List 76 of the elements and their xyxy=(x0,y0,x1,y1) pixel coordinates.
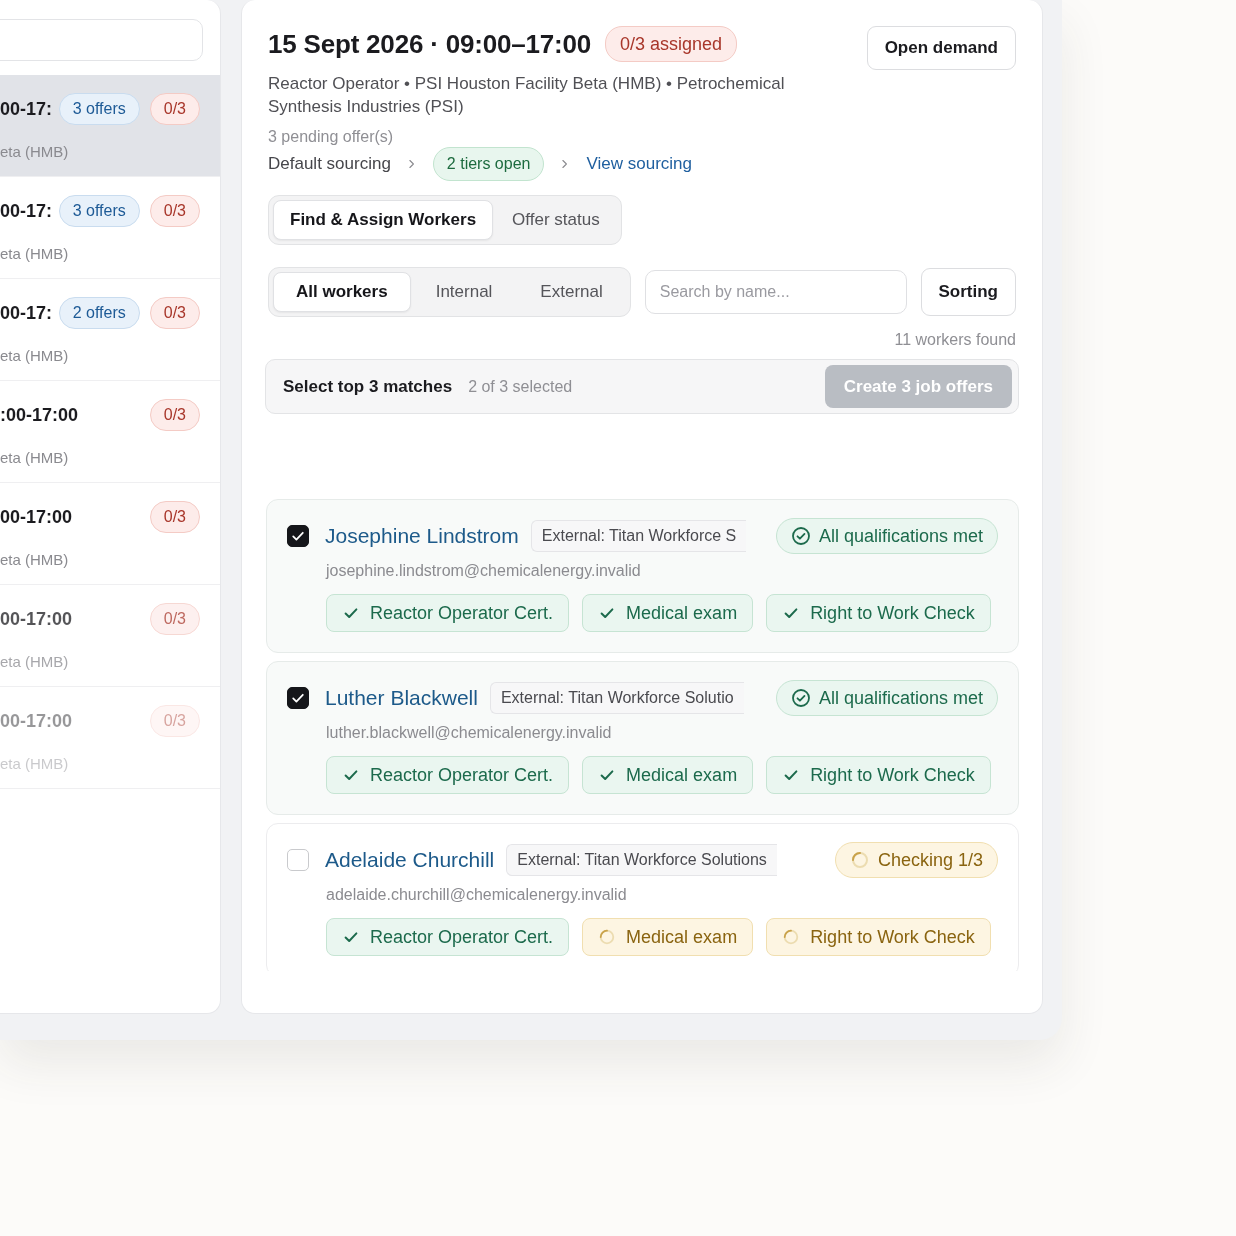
spinner-icon xyxy=(782,928,801,946)
qualification-chip: Medical exam xyxy=(582,918,754,956)
source-tag: External: Titan Workforce Solutions xyxy=(506,844,777,876)
assigned-badge: 0/3 assigned xyxy=(604,26,737,62)
qualification-chip: Reactor Operator Cert. xyxy=(326,918,570,956)
pending-offers-text: 3 pending offer(s) xyxy=(268,127,395,147)
search-field[interactable]: Search by name... xyxy=(644,270,907,314)
location-text: eta (HMB) xyxy=(0,143,70,160)
assigned-badge: 0/3 xyxy=(149,705,200,737)
demand-title: 15 Sept 2026 · 09:00–17:00 xyxy=(268,28,591,60)
location-text: eta (HMB) xyxy=(0,551,70,568)
check-circle-icon xyxy=(790,688,811,708)
assigned-badge: 0/3 xyxy=(149,195,200,227)
location-text: eta (HMB) xyxy=(0,245,70,262)
qualification-chip: Medical exam xyxy=(582,756,754,794)
qualification-status-badge: All qualifications met xyxy=(775,518,998,554)
tab[interactable]: Offer status xyxy=(495,200,617,240)
offers-badge: 2 offers xyxy=(58,297,140,329)
location-text: eta (HMB) xyxy=(0,653,70,670)
spinner-icon xyxy=(598,928,617,946)
shift-time: 00-17: xyxy=(0,98,53,120)
spinner-icon xyxy=(849,850,870,870)
worker-email: luther.blackwell@chemicalenergy.invalid xyxy=(326,723,613,743)
view-sourcing-link[interactable]: View sourcing xyxy=(586,154,692,174)
qualification-chip: Right to Work Check xyxy=(766,918,991,956)
shift-time: 00-17:00 xyxy=(0,506,73,528)
demand-list-item[interactable]: 00-17: 2 offers 0/3 eta (HMB) xyxy=(0,279,220,381)
selection-label: Select top 3 matches xyxy=(283,376,453,397)
worker-email: josephine.lindstrom@chemicalenergy.invalid xyxy=(326,561,642,581)
qualification-status-badge: Checking 1/3 xyxy=(834,842,998,878)
assigned-badge: 0/3 xyxy=(149,297,200,329)
tiers-badge: 2 tiers open xyxy=(432,147,545,181)
shift-time: 00-17: xyxy=(0,200,53,222)
source-tag: External: Titan Workforce S xyxy=(530,520,747,552)
demand-list-item[interactable]: 00-17:00 0/3 eta (HMB) xyxy=(0,585,220,687)
offers-badge: 3 offers xyxy=(58,195,140,227)
location-text: eta (HMB) xyxy=(0,449,70,466)
location-text: eta (HMB) xyxy=(0,347,70,364)
open-demand-button[interactable]: Open demand xyxy=(866,26,1016,70)
worker-name[interactable]: Luther Blackwell xyxy=(325,686,478,710)
result-count: 11 workers found xyxy=(893,331,1016,349)
checkbox[interactable] xyxy=(287,525,309,547)
worker-name[interactable]: Adelaide Churchill xyxy=(325,848,495,872)
worker-email: adelaide.churchill@chemicalenergy.invalid xyxy=(326,885,628,905)
search-field[interactable] xyxy=(0,19,203,61)
qualification-chip: Medical exam xyxy=(582,594,754,632)
filter-option[interactable]: External xyxy=(517,272,626,312)
assigned-badge: 0/3 xyxy=(149,603,200,635)
filter-option[interactable]: Internal xyxy=(412,272,516,312)
demand-list-item[interactable]: 00-17: 3 offers 0/3 eta (HMB) xyxy=(0,75,220,177)
shift-time: 00-17:00 xyxy=(0,710,73,732)
demand-details: Reactor Operator • PSI Houston Facility Beta (HMB) • Petrochemical Synthesis Industries (PSI) xyxy=(268,73,786,118)
assigned-badge: 0/3 xyxy=(149,501,200,533)
selection-count: 2 of 3 selected xyxy=(468,377,573,396)
qualification-chip: Right to Work Check xyxy=(766,594,991,632)
qualification-chip: Reactor Operator Cert. xyxy=(326,594,570,632)
shift-time: 00-17:00 xyxy=(0,608,73,630)
demand-list-item[interactable]: :00-17:00 0/3 eta (HMB) xyxy=(0,381,220,483)
qualification-status-badge: All qualifications met xyxy=(775,680,998,716)
checkbox[interactable] xyxy=(287,687,309,709)
worker-name[interactable]: Josephine Lindstrom xyxy=(325,524,519,548)
sourcing-label: Default sourcing xyxy=(268,154,391,174)
offers-badge: 3 offers xyxy=(58,93,140,125)
demand-list-item[interactable]: 00-17: 3 offers 0/3 eta (HMB) xyxy=(0,177,220,279)
assigned-badge: 0/3 xyxy=(149,93,200,125)
source-tag: External: Titan Workforce Solutio xyxy=(489,682,744,714)
assigned-badge: 0/3 xyxy=(149,399,200,431)
tab[interactable]: Find & Assign Workers xyxy=(273,200,494,240)
demand-list-item[interactable]: 00-17:00 0/3 eta (HMB) xyxy=(0,483,220,585)
qualification-chip: Reactor Operator Cert. xyxy=(326,756,570,794)
shift-time: :00-17:00 xyxy=(0,404,79,426)
qualification-chip: Right to Work Check xyxy=(766,756,991,794)
shift-time: 00-17: xyxy=(0,302,53,324)
check-circle-icon xyxy=(790,526,811,546)
sorting-button[interactable]: Sorting xyxy=(920,268,1016,316)
filter-option[interactable]: All workers xyxy=(273,272,411,312)
